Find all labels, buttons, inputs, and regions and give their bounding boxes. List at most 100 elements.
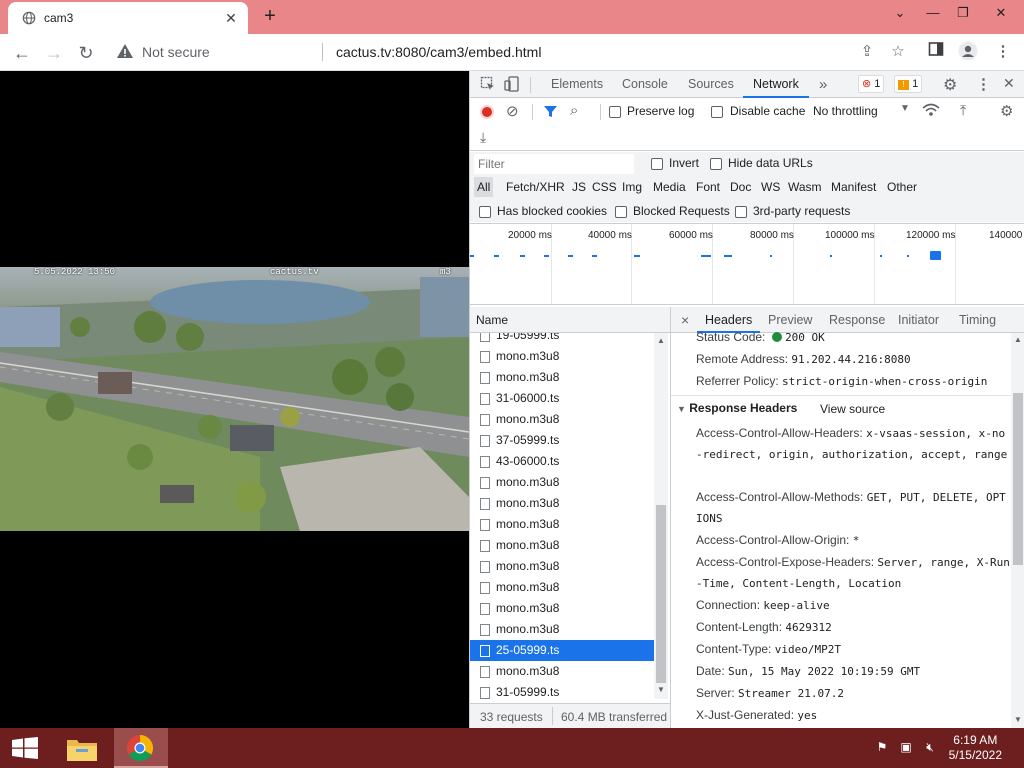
preserve-log-checkbox[interactable] [609, 105, 621, 119]
side-panel-icon[interactable] [925, 41, 947, 63]
filter-funnel-icon[interactable] [543, 104, 558, 122]
profile-avatar-icon[interactable] [957, 41, 979, 63]
tab-console[interactable]: Console [622, 71, 668, 98]
filter-type-all[interactable]: All [474, 177, 494, 197]
filter-input[interactable] [474, 154, 634, 174]
invert-checkbox[interactable] [651, 157, 663, 171]
request-row[interactable]: mono.m3u8 [470, 346, 654, 367]
filter-type-ws[interactable]: WS [761, 177, 780, 197]
kebab-menu-icon[interactable]: ⋮ [992, 41, 1014, 63]
filter-type-img[interactable]: Img [622, 177, 642, 197]
search-icon[interactable]: ⌕ [570, 102, 578, 119]
tab-close-icon[interactable]: ✕ [222, 9, 240, 27]
request-row[interactable]: mono.m3u8 [470, 661, 654, 682]
scroll-up-icon[interactable]: ▲ [657, 336, 665, 345]
import-har-icon[interactable]: ⤒ [960, 102, 966, 119]
volume-muted-icon[interactable]: 🔇︎ [921, 740, 939, 756]
expand-triangle-icon[interactable]: ▼ [677, 404, 686, 414]
not-secure-label[interactable]: Not secure [142, 44, 210, 60]
request-row[interactable]: 31-05999.ts [470, 682, 654, 701]
tab-elements[interactable]: Elements [551, 71, 603, 98]
blocked-requests-checkbox[interactable] [615, 205, 627, 219]
export-har-icon[interactable]: ⤓ [480, 129, 486, 146]
dropdown-arrow-icon[interactable]: ▼ [900, 103, 910, 114]
close-window-icon[interactable]: ✕ [984, 0, 1018, 26]
filter-type-manifest[interactable]: Manifest [831, 177, 876, 197]
disable-cache-checkbox[interactable] [711, 105, 723, 119]
scrollbar-thumb[interactable] [656, 505, 666, 683]
share-icon[interactable]: ⇪ [856, 41, 878, 63]
system-clock[interactable]: 6:19 AM 5/15/2022 [949, 733, 1002, 763]
network-conditions-icon[interactable] [922, 102, 940, 121]
request-row[interactable]: mono.m3u8 [470, 577, 654, 598]
new-tab-button[interactable]: + [258, 6, 282, 28]
filter-type-fetch-xhr[interactable]: Fetch/XHR [506, 177, 565, 197]
request-row[interactable]: mono.m3u8 [470, 535, 654, 556]
record-icon[interactable] [480, 105, 494, 119]
warning-badge[interactable]: ! 1 [894, 75, 923, 93]
filter-type-doc[interactable]: Doc [730, 177, 751, 197]
start-button[interactable] [0, 728, 50, 768]
error-badge[interactable]: ⊗ 1 [858, 75, 885, 93]
devtools-menu-icon[interactable]: ⋮ [976, 75, 991, 93]
request-row[interactable]: mono.m3u8 [470, 514, 654, 535]
has-blocked-cookies-checkbox[interactable] [479, 205, 491, 219]
request-row[interactable]: mono.m3u8 [470, 598, 654, 619]
address-bar[interactable]: Not secure cactus.tv:8080/cam3/embed.htm… [110, 38, 850, 66]
request-row[interactable]: 31-06000.ts [470, 388, 654, 409]
tab-network[interactable]: Network [743, 71, 809, 98]
camera-video[interactable]: 5.05.2022 13:50 cactus.tv m3 [0, 267, 469, 531]
request-row-selected[interactable]: 25-05999.ts [470, 640, 654, 661]
filter-type-media[interactable]: Media [653, 177, 686, 197]
chrome-taskbar-button[interactable] [114, 728, 168, 768]
forward-arrow-icon[interactable]: → [41, 40, 67, 66]
request-row[interactable]: mono.m3u8 [470, 472, 654, 493]
file-explorer-button[interactable] [58, 728, 104, 768]
request-row[interactable]: mono.m3u8 [470, 367, 654, 388]
clear-icon[interactable]: ⊘ [506, 102, 519, 120]
filter-type-wasm[interactable]: Wasm [788, 177, 822, 197]
network-settings-gear-icon[interactable]: ⚙ [1000, 102, 1013, 120]
filter-type-js[interactable]: JS [572, 177, 586, 197]
request-row[interactable]: 19-05999.ts [470, 333, 654, 346]
request-row[interactable]: mono.m3u8 [470, 409, 654, 430]
flag-notification-icon[interactable]: ⚑ [873, 740, 891, 756]
reload-icon[interactable]: ↻ [73, 40, 99, 66]
restore-icon[interactable]: ❐ [946, 0, 980, 26]
browser-tab[interactable]: cam3 ✕ [8, 2, 248, 34]
throttling-select[interactable]: No throttling [813, 104, 878, 118]
tab-sources[interactable]: Sources [688, 71, 734, 98]
filter-type-other[interactable]: Other [887, 177, 917, 197]
details-scrollbar[interactable]: ▲ ▼ [1011, 333, 1024, 728]
url-text[interactable]: cactus.tv:8080/cam3/embed.html [336, 44, 541, 60]
filter-type-css[interactable]: CSS [592, 177, 617, 197]
close-details-icon[interactable]: × [681, 307, 689, 333]
request-list-scrollbar[interactable]: ▲ ▼ [654, 333, 668, 699]
settings-gear-icon[interactable]: ⚙ [943, 75, 957, 95]
filter-type-font[interactable]: Font [696, 177, 720, 197]
warning-triangle-icon[interactable] [116, 42, 134, 60]
back-arrow-icon[interactable]: ← [9, 40, 35, 66]
network-overview-timeline[interactable]: 20000 ms 40000 ms 60000 ms 80000 ms 1000… [470, 223, 1024, 305]
response-headers-section[interactable]: ▼ Response Headers [677, 401, 797, 415]
request-row[interactable]: 37-05999.ts [470, 430, 654, 451]
device-toolbar-icon[interactable] [504, 76, 520, 92]
scrollbar-thumb[interactable] [1013, 393, 1023, 565]
request-row[interactable]: mono.m3u8 [470, 556, 654, 577]
chevron-down-icon[interactable]: ⌄ [883, 0, 917, 26]
view-source-link[interactable]: View source [820, 402, 885, 416]
request-row[interactable]: mono.m3u8 [470, 619, 654, 640]
hide-data-urls-checkbox[interactable] [710, 157, 722, 171]
scroll-down-icon[interactable]: ▼ [1014, 715, 1022, 724]
third-party-checkbox[interactable] [735, 205, 747, 219]
network-icon[interactable]: ▣ [897, 740, 915, 756]
scroll-up-icon[interactable]: ▲ [1014, 335, 1022, 344]
minimize-icon[interactable]: — [916, 0, 950, 26]
inspect-element-icon[interactable] [480, 76, 496, 92]
name-column-header[interactable]: Name [470, 307, 670, 333]
star-icon[interactable]: ☆ [887, 41, 909, 63]
more-tabs-icon[interactable]: » [819, 71, 827, 98]
scroll-down-icon[interactable]: ▼ [657, 685, 665, 694]
request-row[interactable]: mono.m3u8 [470, 493, 654, 514]
close-devtools-icon[interactable]: ✕ [1003, 75, 1015, 92]
